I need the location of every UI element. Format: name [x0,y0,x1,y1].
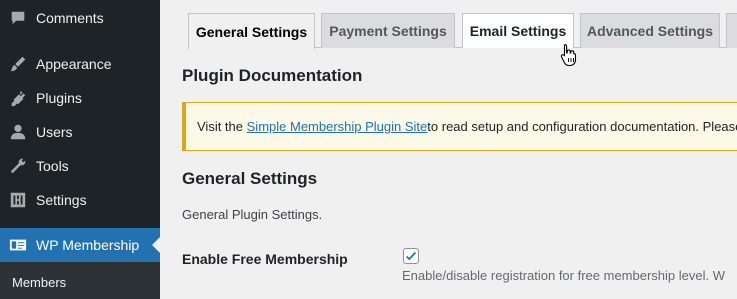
main-content: General Settings Payment Settings Email … [160,0,737,299]
sidebar-item-label: Tools [36,158,69,174]
hand-pointer-cursor-icon [560,43,577,67]
enable-free-membership-help: Enable/disable registration for free mem… [402,268,725,283]
plugin-documentation-heading: Plugin Documentation [182,66,363,85]
users-icon [8,122,28,142]
admin-sidebar: Comments Appearance Plugins Users Tools … [0,0,160,299]
tab-payment-settings[interactable]: Payment Settings [321,13,455,48]
enable-free-membership-label: Enable Free Membership [182,251,348,267]
sidebar-item-settings[interactable]: Settings [0,183,160,217]
documentation-notice: Visit the Simple Membership Plugin Site … [182,102,737,151]
tab-advanced-settings[interactable]: Advanced Settings [580,13,720,48]
sidebar-item-label: Users [36,124,73,140]
sidebar-item-wp-membership[interactable]: WP Membership [0,228,160,262]
sidebar-item-appearance[interactable]: Appearance [0,47,160,81]
sidebar-item-users[interactable]: Users [0,115,160,149]
appearance-brush-icon [8,54,28,74]
settings-tab-bar: General Settings Payment Settings Email … [188,13,737,49]
submenu-item-members[interactable]: Members [12,275,66,290]
general-settings-description: General Plugin Settings. [182,207,323,222]
sidebar-item-label: WP Membership [36,237,140,253]
settings-sliders-icon [8,190,28,210]
sidebar-item-plugins[interactable]: Plugins [0,81,160,115]
sidebar-item-label: Plugins [36,90,82,106]
notice-suffix: to read setup and configuration document… [427,119,737,134]
enable-free-membership-checkbox[interactable] [403,248,419,264]
tab-more[interactable] [726,13,737,48]
checkmark-icon [406,251,417,261]
sidebar-item-label: Comments [36,10,104,26]
tools-wrench-icon [8,156,28,176]
general-settings-heading: General Settings [182,169,318,188]
membership-id-card-icon [8,235,28,255]
sidebar-item-comments[interactable]: Comments [0,1,160,35]
notice-prefix: Visit the [197,119,244,134]
tab-email-settings[interactable]: Email Settings [462,13,574,48]
plugin-site-link[interactable]: Simple Membership Plugin Site [247,119,428,134]
sidebar-item-label: Settings [36,192,87,208]
sidebar-item-tools[interactable]: Tools [0,149,160,183]
sidebar-submenu: Members [0,262,160,299]
plugins-icon [8,88,28,108]
tab-general-settings[interactable]: General Settings [188,13,315,49]
comments-icon [8,8,28,28]
sidebar-item-label: Appearance [36,56,112,72]
